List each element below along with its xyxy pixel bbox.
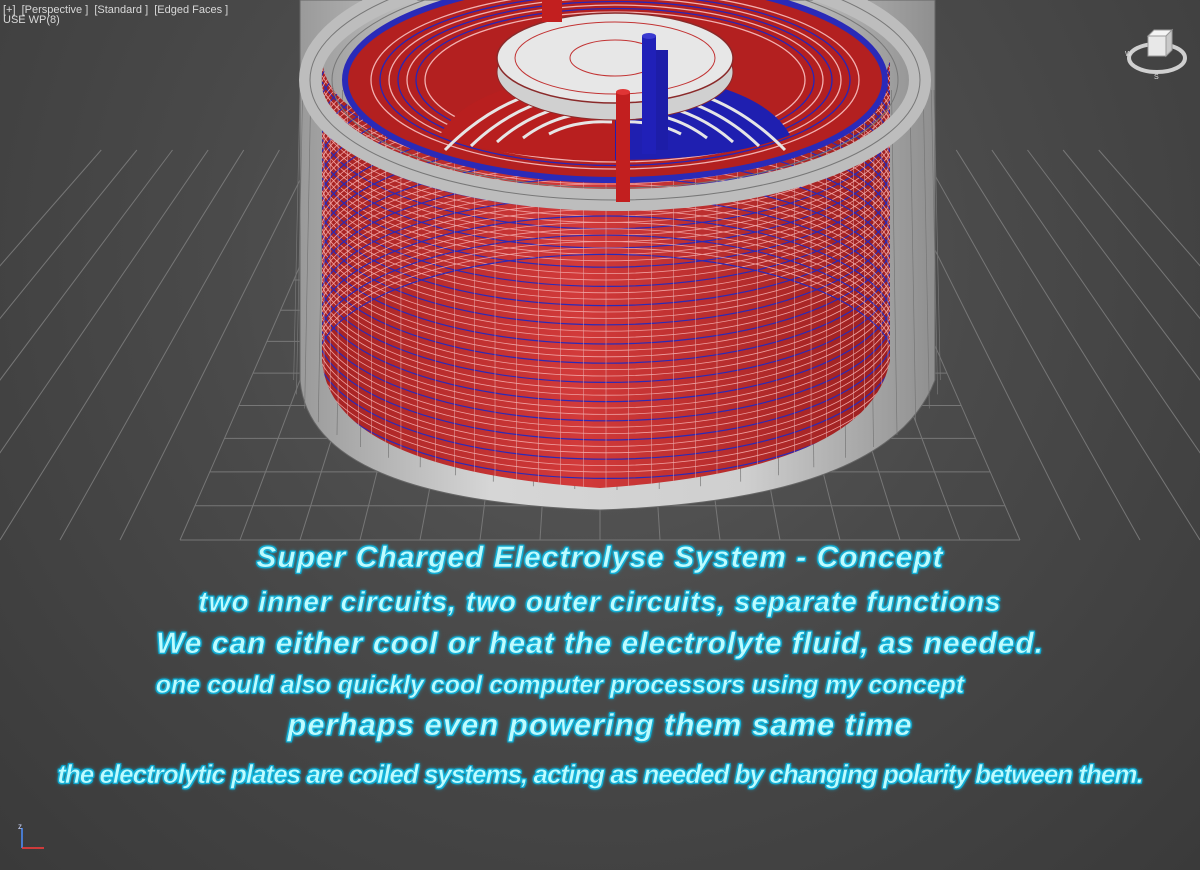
viewcube[interactable]: W S: [1122, 22, 1192, 82]
overlay-line-circuits: two inner circuits, two outer circuits, …: [198, 586, 1002, 618]
viewcube-cube-icon[interactable]: [1146, 28, 1174, 58]
terminal-blue-1: [642, 36, 656, 154]
terminal-red-top: [542, 0, 562, 22]
perspective-viewport[interactable]: [+] [Perspective ] [Standard ] [Edged Fa…: [0, 0, 1200, 870]
viewport-edged-faces-menu[interactable]: [Edged Faces ]: [154, 4, 228, 16]
overlay-line-powering: perhaps even powering them same time: [287, 707, 913, 743]
center-disc: [496, 12, 734, 104]
compass-west-label[interactable]: W: [1125, 51, 1132, 58]
overlay-line-processors: one could also quickly cool computer pro…: [155, 671, 965, 700]
viewport-shading-standard-menu[interactable]: [Standard ]: [94, 4, 148, 16]
axis-tripod-icon: z: [18, 822, 44, 849]
terminal-red-1: [616, 92, 630, 202]
terminal-blue-2: [656, 50, 668, 150]
axis-z-label: z: [18, 822, 22, 831]
compass-south-label[interactable]: S: [1154, 74, 1159, 81]
overlay-title: Super Charged Electrolyse System - Conce…: [256, 541, 944, 575]
overlay-line-cool-heat: We can either cool or heat the electroly…: [155, 627, 1044, 661]
overlay-line-plates: the electrolytic plates are coiled syste…: [57, 759, 1144, 790]
workplane-label: USE WP(8): [3, 14, 60, 26]
